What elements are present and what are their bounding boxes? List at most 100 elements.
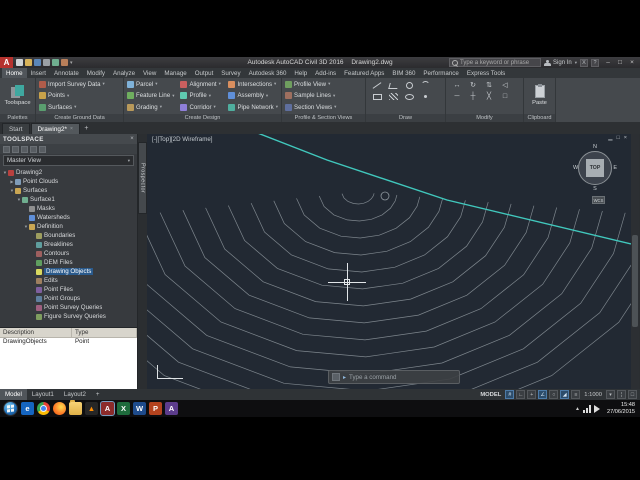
tree-item[interactable]: ▼ Surface1 [0,195,137,204]
ribbon-tab[interactable]: Manage [160,68,190,78]
viewcube-north[interactable]: N [593,144,597,150]
signin-label[interactable]: Sign In [553,60,572,66]
tree-item[interactable]: Point Survey Queries [0,303,137,312]
taskbar-icon[interactable]: X [117,402,130,415]
tree-item[interactable]: Figure Survey Queries [0,312,137,321]
taskbar-icon[interactable]: e [21,402,34,415]
taskbar-icon[interactable]: ▲ [85,402,98,415]
ribbon-button[interactable]: Intersections ▾ [228,79,278,89]
help-search-input[interactable]: Type a keyword or phrase [449,58,542,67]
modify-tool-icon[interactable]: ↻ [470,82,476,89]
ribbon-tab[interactable]: Add-ins [311,68,340,78]
redo-icon[interactable] [61,59,68,66]
viewcube-west[interactable]: W [573,165,578,171]
grid-col-description[interactable]: Description [0,328,72,337]
close-button[interactable]: × [626,59,638,66]
tree-item[interactable]: Drawing Objects [0,267,137,276]
taskbar-icon[interactable]: A [100,401,115,416]
rectangle-icon[interactable] [372,93,382,100]
tree-item[interactable]: Breaklines [0,240,137,249]
new-drawing-tab-button[interactable]: + [81,123,92,134]
tree-item[interactable]: Masks [0,204,137,213]
status-toggle-icon[interactable]: ○ [549,390,559,399]
ribbon-button[interactable]: Alignment ▾ [180,79,222,89]
layout-tab[interactable]: Model [0,389,27,400]
polyline-icon[interactable] [387,82,399,89]
toolspace-tool-icon-2[interactable] [12,145,19,153]
vertical-scrollbar[interactable] [631,134,639,389]
arc-icon[interactable] [420,81,430,90]
save-icon[interactable] [34,59,41,66]
grid-row[interactable]: DrawingObjects Point [0,338,137,347]
ribbon-tab[interactable]: Autodesk 360 [245,68,291,78]
tree-item[interactable]: Point Groups [0,294,137,303]
tree-item[interactable]: ▶ Point Clouds [0,177,137,186]
exchange-apps-icon[interactable]: X [580,58,588,67]
tab-close-icon[interactable]: × [70,126,73,132]
signin-dropdown-icon[interactable]: ▾ [575,60,577,66]
toolspace-tool-icon-1[interactable] [3,145,10,153]
tree-item[interactable]: ▼ Drawing2 [0,168,137,177]
taskbar-icon[interactable]: W [133,402,146,415]
tree-item[interactable]: Point Files [0,285,137,294]
taskbar-icon[interactable] [37,402,50,415]
tree-item[interactable]: DEM Files [0,258,137,267]
ribbon-tab[interactable]: Survey [217,68,244,78]
modify-tool-icon[interactable]: ◁ [502,82,507,89]
network-icon[interactable] [583,404,591,413]
viewcube-top-face[interactable]: TOP [586,159,604,177]
maximize-button[interactable]: □ [614,59,626,66]
ribbon-tab[interactable]: Insert [27,68,50,78]
viewport-controls[interactable]: [-][Top][2D Wireframe] [152,136,213,143]
ribbon-button[interactable]: Feature Line ▾ [127,91,174,101]
toolspace-close-icon[interactable]: × [130,136,134,142]
ribbon-tab[interactable]: View [139,68,160,78]
ribbon-button[interactable]: Profile ▾ [180,91,222,101]
drawing-canvas[interactable]: [-][Top][2D Wireframe] ▁ □ × TOP N S W E… [147,134,631,389]
toolspace-tool-icon-3[interactable] [21,145,28,153]
panel-label-create-design[interactable]: Create Design [124,114,281,122]
model-space-label[interactable]: MODEL [480,392,501,398]
taskbar-clock[interactable]: 15:48 27/06/2015 [607,402,635,415]
undo-icon[interactable] [52,59,59,66]
panel-label-clipboard[interactable]: Clipboard [524,114,555,122]
view-selector[interactable]: Master View ▾ [3,155,134,166]
panel-label-profile-section-views[interactable]: Profile & Section Views [282,114,365,122]
wcs-indicator[interactable]: WCS [592,196,605,204]
command-input[interactable]: Type a command [349,374,396,381]
command-line[interactable]: ▸ Type a command [328,370,460,384]
ribbon-tab[interactable]: Annotate [50,68,83,78]
tree-item[interactable]: Contours [0,249,137,258]
ellipse-icon[interactable] [404,93,414,100]
panel-label-draw[interactable]: Draw [366,114,445,122]
taskbar-icon[interactable]: P [149,402,162,415]
viewcube-south[interactable]: S [593,186,597,192]
status-toggle-icon[interactable]: ¦ [617,390,626,399]
ribbon-tab[interactable]: Express Tools [463,68,509,78]
open-icon[interactable] [25,59,32,66]
command-customize-icon[interactable] [332,373,340,381]
line-icon[interactable] [372,82,382,89]
hatch-icon[interactable] [388,93,398,100]
ribbon-button[interactable]: Section Views ▾ [285,102,362,112]
ribbon-button[interactable]: Corridor ▾ [180,102,222,112]
modify-tool-icon[interactable]: ╳ [487,93,491,100]
layout-tab[interactable]: Layout2 [59,389,91,400]
modify-tool-icon[interactable]: ↔ [454,82,461,89]
toolspace-button[interactable]: Toolspace [3,79,32,112]
tree-item[interactable]: ▼ Surfaces [0,186,137,195]
ribbon-tab[interactable]: Analyze [109,68,139,78]
toolspace-tool-icon-4[interactable] [30,145,37,153]
layout-tab[interactable]: + [91,389,105,400]
ribbon-tab[interactable]: Home [2,68,27,78]
drawing-close-icon[interactable]: × [624,135,627,141]
panel-label-palettes[interactable]: Palettes [0,114,35,122]
panel-label-modify[interactable]: Modify [446,114,523,122]
status-toggle-icon[interactable]: ≡ [571,390,581,399]
status-toggle-icon[interactable]: ∠ [538,390,548,399]
tray-expand-icon[interactable]: ▲ [575,406,580,412]
status-toggle-icon[interactable]: ▾ [606,390,615,399]
ribbon-tab[interactable]: Help [290,68,311,78]
panel-label-create-ground-data[interactable]: Create Ground Data [36,114,123,122]
ribbon-button[interactable]: Grading ▾ [127,102,174,112]
